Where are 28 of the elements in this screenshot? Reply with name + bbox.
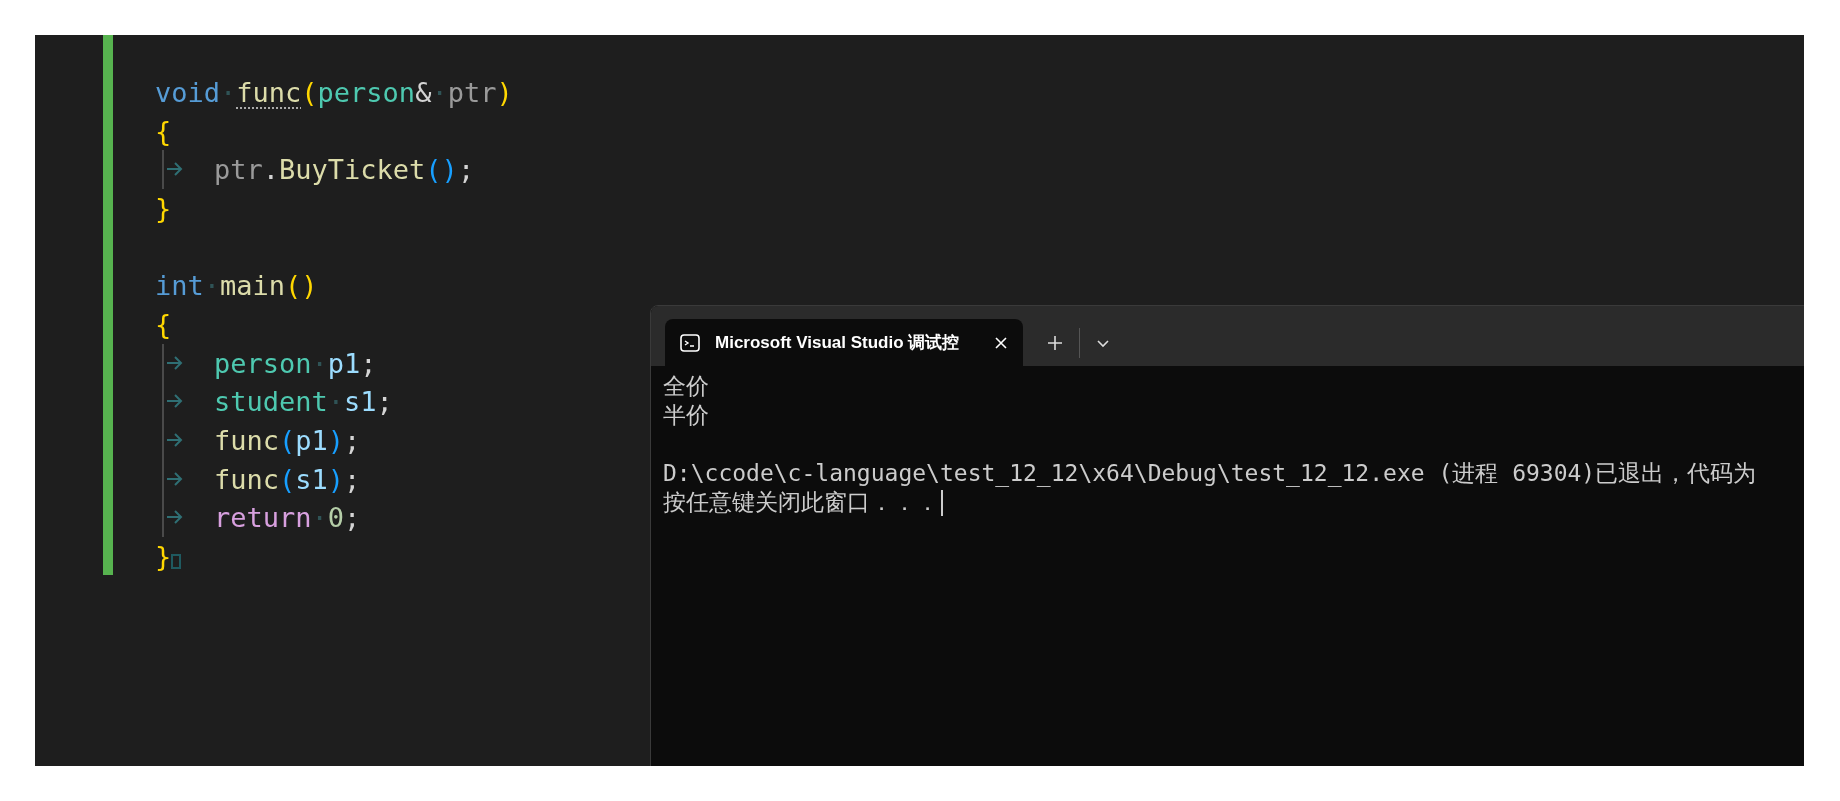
- code-line: {: [155, 308, 172, 340]
- tab-arrow-icon: [161, 421, 183, 461]
- code-line: }: [155, 541, 172, 573]
- text-cursor-icon: [171, 554, 182, 570]
- code-line: {: [155, 115, 172, 147]
- code-line: }: [155, 192, 172, 224]
- code-line: person·p1;: [214, 347, 377, 379]
- code-line: int·main(): [155, 270, 318, 302]
- tab-arrow-icon: [161, 150, 183, 190]
- code-line: func(p1);: [214, 425, 361, 457]
- close-icon[interactable]: [993, 334, 1009, 351]
- plus-icon[interactable]: [1047, 334, 1063, 351]
- tab-arrow-icon: [161, 382, 183, 422]
- tab-title: Microsoft Visual Studio 调试控: [715, 332, 961, 354]
- code-line: void·func(person&·ptr): [155, 76, 513, 108]
- tab-arrow-icon: [161, 343, 183, 383]
- console-text: 全价: [663, 372, 709, 401]
- tab-arrow-icon: [161, 459, 183, 499]
- code-line: ptr.BuyTicket();: [214, 154, 475, 186]
- console-text: 半价: [663, 401, 709, 430]
- tab-arrow-icon: [161, 498, 183, 538]
- console-text: D:\ccode\c-language\test_12_12\x64\Debug\test_12_12.exe (进程 69304)已退出，代码为: [663, 459, 1757, 488]
- code-line: student·s1;: [214, 386, 393, 418]
- terminal-icon: [679, 331, 701, 354]
- code-line: func(s1);: [214, 463, 361, 495]
- code-line: return·0;: [214, 502, 361, 534]
- console-tab[interactable]: Microsoft Visual Studio 调试控: [665, 319, 1023, 366]
- console-text: 按任意键关闭此窗口．．．: [663, 488, 939, 517]
